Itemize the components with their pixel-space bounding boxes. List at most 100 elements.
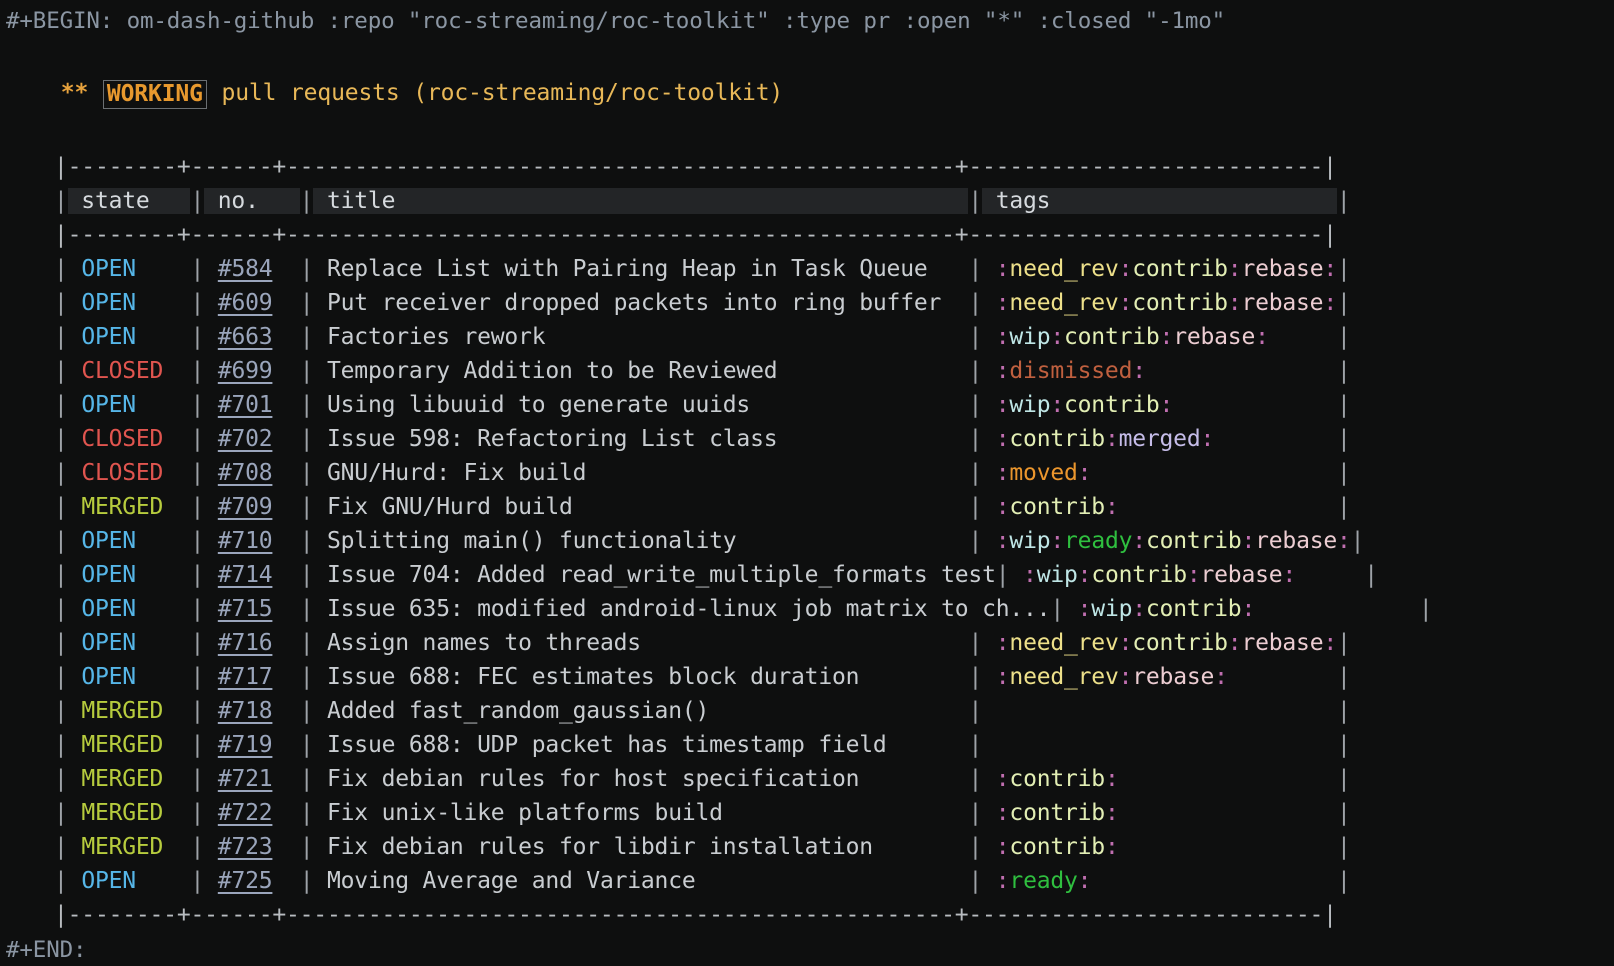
pull-request-title: Using libuuid to generate uuids	[327, 392, 751, 418]
table-left-border: |	[54, 460, 68, 486]
tag-separator: :	[995, 664, 1010, 690]
column-separator: |	[190, 426, 205, 452]
table-right-border: |	[1336, 834, 1351, 860]
cell-pad	[887, 732, 969, 758]
pull-request-link[interactable]: #722	[218, 800, 273, 826]
tag-moved[interactable]: moved	[1009, 460, 1077, 486]
cell-pad	[68, 460, 82, 486]
tag-contrib[interactable]: contrib	[1009, 834, 1105, 860]
table-left-border: |	[54, 426, 68, 452]
cell-pad	[272, 494, 299, 520]
tag-rebase[interactable]: rebase	[1255, 528, 1337, 554]
pull-request-link[interactable]: #715	[218, 596, 273, 622]
tag-contrib[interactable]: contrib	[1009, 766, 1105, 792]
tag-need_rev[interactable]: need_rev	[1009, 290, 1118, 316]
tag-need_rev[interactable]: need_rev	[1009, 256, 1118, 282]
tag-merged[interactable]: merged	[1119, 426, 1201, 452]
tag-contrib[interactable]: contrib	[1146, 596, 1242, 622]
column-header-no[interactable]: no.	[204, 188, 300, 214]
pull-request-link[interactable]: #717	[218, 664, 273, 690]
pull-request-link[interactable]: #584	[218, 256, 273, 282]
cell-pad	[313, 732, 327, 758]
tag-rebase[interactable]: rebase	[1201, 562, 1283, 588]
table-left-border: |	[54, 324, 68, 350]
pull-request-link[interactable]: #699	[218, 358, 273, 384]
tag-contrib[interactable]: contrib	[1009, 494, 1105, 520]
pull-request-title: Issue 688: FEC estimates block duration	[327, 664, 860, 690]
status-badge-closed: CLOSED	[81, 358, 164, 384]
pull-request-link[interactable]: #708	[218, 460, 273, 486]
tag-contrib[interactable]: contrib	[1064, 324, 1160, 350]
tag-ready[interactable]: ready	[1064, 528, 1132, 554]
column-header-tags[interactable]: tags	[982, 188, 1337, 214]
tag-separator: :	[1241, 596, 1256, 622]
cell-pad	[709, 698, 968, 724]
column-header-title[interactable]: title	[313, 188, 969, 214]
cell-pad	[586, 460, 968, 486]
tag-rebase[interactable]: rebase	[1241, 290, 1323, 316]
pull-request-link[interactable]: #716	[218, 630, 273, 656]
tag-wip[interactable]: wip	[1009, 392, 1050, 418]
tag-dismissed[interactable]: dismissed	[1009, 358, 1132, 384]
table-right-border: |	[1336, 460, 1351, 486]
table-left-border: |	[54, 188, 68, 214]
column-separator: |	[190, 698, 205, 724]
cell-pad	[777, 358, 968, 384]
tag-contrib[interactable]: contrib	[1132, 256, 1228, 282]
column-separator: |	[299, 766, 314, 792]
tag-separator: :	[1050, 528, 1065, 554]
tag-rebase[interactable]: rebase	[1132, 664, 1214, 690]
pull-request-link[interactable]: #701	[218, 392, 273, 418]
tag-need_rev[interactable]: need_rev	[1009, 630, 1118, 656]
tag-ready[interactable]: ready	[1009, 868, 1077, 894]
tag-contrib[interactable]: contrib	[1091, 562, 1187, 588]
status-badge-open: OPEN	[81, 392, 136, 418]
tag-contrib[interactable]: contrib	[1132, 290, 1228, 316]
table-row-cells: | OPEN | #715 | Issue 635: modified andr…	[6, 592, 1433, 626]
table-right-border: |	[1336, 800, 1351, 826]
pull-request-link[interactable]: #718	[218, 698, 273, 724]
cell-pad	[204, 460, 218, 486]
tag-wip[interactable]: wip	[1037, 562, 1078, 588]
cell-pad	[68, 800, 82, 826]
pull-request-link[interactable]: #710	[218, 528, 273, 554]
tag-need_rev[interactable]: need_rev	[1009, 664, 1118, 690]
tag-rebase[interactable]: rebase	[1173, 324, 1255, 350]
cell-pad	[68, 256, 82, 282]
org-heading[interactable]: ** WORKING pull requests (roc-streaming/…	[0, 37, 1614, 149]
pull-request-link[interactable]: #609	[218, 290, 273, 316]
table-row: | OPEN | #717 | Issue 688: FEC estimates…	[6, 660, 1433, 694]
pull-request-link[interactable]: #663	[218, 324, 273, 350]
table-row: | OPEN | #584 | Replace List with Pairin…	[6, 252, 1433, 286]
pull-request-link[interactable]: #725	[218, 868, 273, 894]
tag-wip[interactable]: wip	[1009, 528, 1050, 554]
tag-rebase[interactable]: rebase	[1241, 256, 1323, 282]
table-row: | MERGED | #719 | Issue 688: UDP packet …	[6, 728, 1433, 762]
cell-pad	[996, 732, 1337, 758]
table-row: | MERGED | #723 | Fix debian rules for l…	[6, 830, 1433, 864]
column-separator: |	[299, 596, 314, 622]
cell-pad	[313, 256, 327, 282]
tag-contrib[interactable]: contrib	[1146, 528, 1242, 554]
tag-wip[interactable]: wip	[1091, 596, 1132, 622]
table-right-border: |	[1364, 562, 1378, 588]
table-left-border: |	[54, 698, 68, 724]
pull-request-link[interactable]: #721	[218, 766, 273, 792]
tag-rebase[interactable]: rebase	[1241, 630, 1323, 656]
column-header-state[interactable]: state	[67, 188, 191, 214]
pull-request-link[interactable]: #714	[218, 562, 273, 588]
todo-keyword-working[interactable]: WORKING	[102, 80, 207, 109]
tag-contrib[interactable]: contrib	[1132, 630, 1228, 656]
pull-request-link[interactable]: #709	[218, 494, 273, 520]
cell-pad	[573, 494, 969, 520]
tag-wip[interactable]: wip	[1009, 324, 1050, 350]
cell-pad	[750, 392, 968, 418]
pull-request-link[interactable]: #702	[218, 426, 273, 452]
column-separator: |	[190, 766, 205, 792]
tag-contrib[interactable]: contrib	[1009, 426, 1105, 452]
tag-contrib[interactable]: contrib	[1064, 392, 1160, 418]
tag-separator: :	[995, 358, 1010, 384]
pull-request-link[interactable]: #723	[218, 834, 273, 860]
tag-contrib[interactable]: contrib	[1009, 800, 1105, 826]
pull-request-link[interactable]: #719	[218, 732, 273, 758]
